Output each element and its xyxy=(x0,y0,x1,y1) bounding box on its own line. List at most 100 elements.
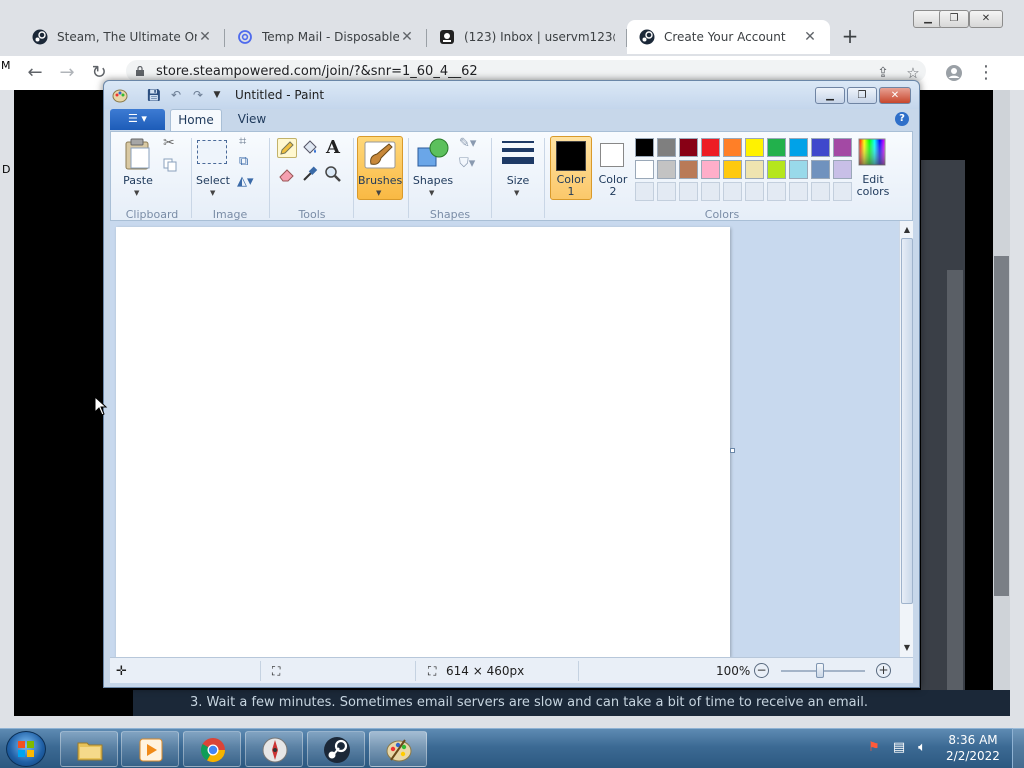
eraser-icon[interactable] xyxy=(277,164,297,184)
paste-button[interactable]: Paste xyxy=(121,174,155,187)
magnifier-icon[interactable] xyxy=(323,164,343,184)
taskbar-file-explorer[interactable] xyxy=(60,731,118,767)
tab-inbox[interactable]: (123) Inbox | uservm123@ xyxy=(427,20,627,54)
taskbar-app-4[interactable] xyxy=(245,731,303,767)
back-icon[interactable]: ← xyxy=(22,60,48,86)
copy-icon[interactable] xyxy=(163,158,177,172)
palette-swatch[interactable] xyxy=(767,138,786,157)
palette-swatch[interactable] xyxy=(811,160,830,179)
maximize-icon[interactable]: ❐ xyxy=(939,10,969,28)
tab-create-account[interactable]: Create Your Account ✕ xyxy=(627,20,830,54)
network-icon[interactable]: ▤ xyxy=(891,740,907,756)
close-tab-icon[interactable]: ✕ xyxy=(802,29,818,45)
palette-swatch-empty[interactable] xyxy=(789,182,808,201)
tab-home[interactable]: Home xyxy=(170,109,222,131)
volume-icon[interactable]: 🔈︎ xyxy=(914,740,930,756)
paint-close-icon[interactable]: ✕ xyxy=(879,87,911,104)
shapes-button[interactable]: Shapes xyxy=(411,174,455,187)
paste-icon[interactable] xyxy=(124,138,152,170)
palette-swatch-empty[interactable] xyxy=(811,182,830,201)
show-desktop-button[interactable] xyxy=(1012,728,1024,768)
palette-swatch[interactable] xyxy=(811,138,830,157)
save-icon[interactable]: 💾︎ xyxy=(146,88,162,102)
canvas-resize-handle-right[interactable] xyxy=(730,448,735,453)
text-tool-icon[interactable]: A xyxy=(323,138,343,158)
canvas-scroll-thumb[interactable] xyxy=(901,238,913,604)
paint-title-bar[interactable]: 💾︎ ↶ ↷ ▼ Untitled - Paint ▁ ❐ ✕ xyxy=(104,81,919,109)
select-button[interactable]: Select xyxy=(193,174,233,187)
crop-icon[interactable]: ⌗ xyxy=(239,134,246,149)
outline-icon[interactable]: ✎▾ xyxy=(459,136,476,151)
pencil-icon[interactable] xyxy=(277,138,297,158)
zoom-slider-thumb[interactable] xyxy=(816,663,824,678)
cut-icon[interactable]: ✂ xyxy=(163,135,175,151)
canvas-vertical-scrollbar[interactable]: ▲ ▼ xyxy=(899,221,913,657)
palette-swatch[interactable] xyxy=(723,160,742,179)
palette-swatch-empty[interactable] xyxy=(745,182,764,201)
zoom-out-icon[interactable]: − xyxy=(754,663,769,678)
palette-swatch[interactable] xyxy=(833,160,852,179)
redo-icon[interactable]: ↷ xyxy=(190,88,206,102)
chevron-down-icon[interactable]: ▼ xyxy=(429,189,434,197)
palette-swatch[interactable] xyxy=(745,138,764,157)
palette-swatch[interactable] xyxy=(701,138,720,157)
new-tab-button[interactable]: + xyxy=(838,25,862,49)
color-picker-icon[interactable] xyxy=(300,164,320,184)
edit-colors-button[interactable]: Edit colors xyxy=(851,174,895,198)
palette-swatch[interactable] xyxy=(657,138,676,157)
taskbar-media-player[interactable] xyxy=(121,731,179,767)
taskbar-chrome[interactable] xyxy=(183,731,241,767)
tab-steam-home[interactable]: Steam, The Ultimate Online Game Platform… xyxy=(20,20,225,54)
chevron-down-icon[interactable]: ▼ xyxy=(514,189,519,197)
undo-icon[interactable]: ↶ xyxy=(168,88,184,102)
scroll-down-icon[interactable]: ▼ xyxy=(900,641,914,655)
menu-kebab-icon[interactable]: ⋮ xyxy=(973,60,999,86)
palette-swatch[interactable] xyxy=(745,160,764,179)
file-menu-button[interactable]: ☰ ▾ xyxy=(110,109,165,130)
help-icon[interactable]: ? xyxy=(895,112,909,126)
size-button[interactable]: Size xyxy=(497,174,539,187)
tab-temp-mail[interactable]: Temp Mail - Disposable Temporary Email ✕ xyxy=(225,20,427,54)
close-window-icon[interactable]: ✕ xyxy=(969,10,1003,28)
palette-swatch-empty[interactable] xyxy=(723,182,742,201)
chevron-down-icon[interactable]: ▼ xyxy=(134,189,139,197)
edit-colors-icon[interactable] xyxy=(857,137,887,167)
palette-swatch-empty[interactable] xyxy=(767,182,786,201)
palette-swatch-empty[interactable] xyxy=(833,182,852,201)
resize-icon[interactable]: ⧉ xyxy=(239,154,248,169)
fill-icon[interactable]: ⛉▾ xyxy=(459,156,475,171)
profile-avatar-icon[interactable] xyxy=(941,60,967,86)
color-2-swatch[interactable] xyxy=(600,143,624,167)
paint-app-icon[interactable] xyxy=(112,87,128,103)
palette-swatch[interactable] xyxy=(767,160,786,179)
system-clock[interactable]: 8:36 AM 2/2/2022 xyxy=(940,732,1006,764)
palette-swatch[interactable] xyxy=(789,160,808,179)
close-tab-icon[interactable]: ✕ xyxy=(197,29,213,45)
chevron-down-icon[interactable]: ▼ xyxy=(210,189,215,197)
select-icon[interactable] xyxy=(197,140,227,164)
paint-minimize-icon[interactable]: ▁ xyxy=(815,87,845,104)
palette-swatch[interactable] xyxy=(833,138,852,157)
palette-swatch[interactable] xyxy=(657,160,676,179)
color-2-button[interactable]: Color 2 xyxy=(592,174,634,198)
drawing-canvas[interactable] xyxy=(116,227,730,657)
size-icon[interactable] xyxy=(501,140,535,168)
palette-swatch-empty[interactable] xyxy=(679,182,698,201)
start-button[interactable] xyxy=(6,731,46,767)
zoom-in-icon[interactable]: + xyxy=(876,663,891,678)
tab-view[interactable]: View xyxy=(226,109,278,131)
customize-qat-icon[interactable]: ▼ xyxy=(209,88,225,102)
palette-swatch[interactable] xyxy=(679,138,698,157)
close-tab-icon[interactable]: ✕ xyxy=(399,29,415,45)
palette-swatch-empty[interactable] xyxy=(701,182,720,201)
shapes-icon[interactable] xyxy=(415,136,451,170)
page-scrollbar-thumb[interactable] xyxy=(994,256,1009,596)
palette-swatch-empty[interactable] xyxy=(635,182,654,201)
fill-bucket-icon[interactable] xyxy=(300,138,320,158)
palette-swatch[interactable] xyxy=(679,160,698,179)
scroll-up-icon[interactable]: ▲ xyxy=(900,223,914,237)
rotate-icon[interactable]: ◭▾ xyxy=(237,174,254,189)
taskbar-paint[interactable] xyxy=(369,731,427,767)
action-center-flag-icon[interactable]: ⚑ xyxy=(866,740,882,756)
palette-swatch[interactable] xyxy=(723,138,742,157)
